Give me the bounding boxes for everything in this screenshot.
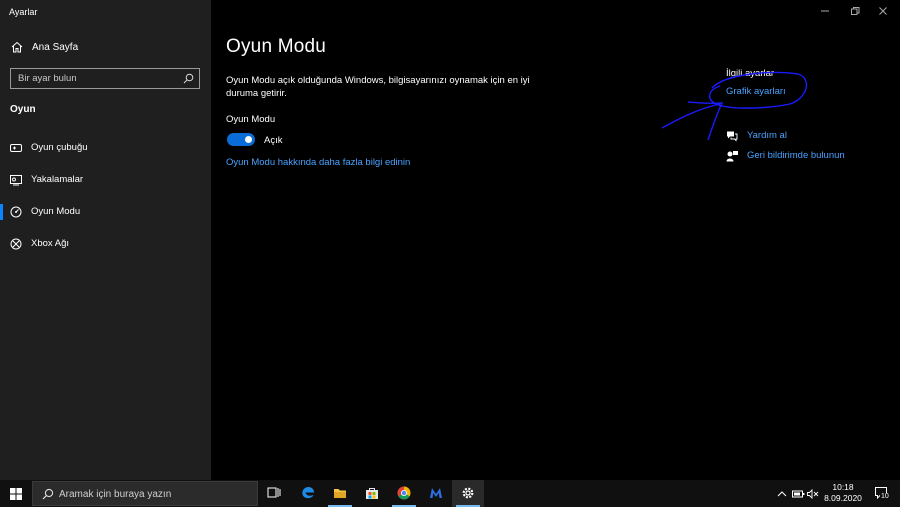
page-description: Oyun Modu açık olduğunda Windows, bilgis… <box>226 75 530 99</box>
sidebar-item-game-mode[interactable]: Oyun Modu <box>0 198 211 226</box>
home-icon <box>11 41 23 53</box>
close-button[interactable] <box>868 0 898 22</box>
page-title: Oyun Modu <box>226 36 327 57</box>
settings-search <box>10 68 200 89</box>
app-title: Ayarlar <box>9 7 38 17</box>
xbox-icon <box>10 238 22 250</box>
sidebar-item-captures[interactable]: Yakalamalar <box>0 166 211 194</box>
notification-count-badge: 10 <box>880 493 890 500</box>
action-center-button[interactable]: 10 <box>870 480 896 507</box>
task-view-icon <box>267 487 281 498</box>
minimize-button[interactable] <box>810 0 840 22</box>
get-help-link[interactable]: Yardım al <box>726 128 886 144</box>
home-link[interactable]: Ana Sayfa <box>0 38 211 58</box>
minimize-icon <box>821 10 829 12</box>
learn-more-link[interactable]: Oyun Modu hakkında daha fazla bilgi edin… <box>226 157 410 168</box>
folder-icon <box>334 489 346 498</box>
sidebar-item-xbox-network[interactable]: Xbox Ağı <box>0 230 211 258</box>
restore-icon <box>851 7 860 15</box>
battery-status[interactable] <box>790 480 806 507</box>
settings-search-input[interactable] <box>11 69 179 88</box>
taskbar-search-box[interactable]: Aramak için buraya yazın <box>32 481 258 506</box>
game-mode-setting-label: Oyun Modu <box>226 114 276 125</box>
search-icon[interactable] <box>183 73 194 84</box>
start-button[interactable] <box>0 480 32 507</box>
store-icon <box>366 488 378 499</box>
help-chat-icon <box>727 131 738 142</box>
taskbar-file-explorer[interactable] <box>324 480 356 507</box>
sidebar-item-game-bar[interactable]: Oyun çubuğu <box>0 134 211 162</box>
search-icon <box>42 488 54 500</box>
taskbar-settings[interactable] <box>452 480 484 507</box>
get-help-label: Yardım al <box>747 130 787 141</box>
taskbar-chrome[interactable] <box>388 480 420 507</box>
related-settings-heading: İlgili ayarlar <box>726 68 775 79</box>
toggle-knob <box>245 136 252 143</box>
sidebar-item-label: Xbox Ağı <box>31 238 70 249</box>
active-indicator <box>0 204 3 220</box>
sidebar: Ayarlar Ana Sayfa Oyun Oyun çubuğu Yakal… <box>0 0 211 480</box>
gear-icon <box>462 487 474 499</box>
restore-button[interactable] <box>840 0 870 22</box>
task-view-button[interactable] <box>258 480 290 507</box>
clock-time: 10:18 <box>832 482 854 492</box>
chevron-up-icon <box>777 491 787 497</box>
sidebar-item-label: Oyun çubuğu <box>31 142 88 153</box>
graphics-settings-link[interactable]: Grafik ayarları <box>726 86 786 97</box>
sidebar-item-label: Yakalamalar <box>31 174 84 185</box>
taskbar-store[interactable] <box>356 480 388 507</box>
clock-date: 8.09.2020 <box>824 493 862 503</box>
game-bar-icon <box>10 144 22 152</box>
windows-logo-icon <box>10 488 22 500</box>
taskbar-search-text: Aramak için buraya yazın <box>59 489 172 500</box>
home-label: Ana Sayfa <box>32 42 79 53</box>
toggle-state-label: Açık <box>264 135 283 146</box>
edge-icon <box>302 487 314 499</box>
section-title: Oyun <box>10 104 36 115</box>
taskbar: Aramak için buraya yazın 10:18 8.09.2020… <box>0 480 900 507</box>
sidebar-item-label: Oyun Modu <box>31 206 81 217</box>
close-icon <box>879 7 887 15</box>
taskbar-clock[interactable]: 10:18 8.09.2020 <box>818 482 868 504</box>
chrome-icon <box>397 486 411 500</box>
taskbar-edge[interactable] <box>292 480 324 507</box>
show-hidden-icons-button[interactable] <box>774 480 790 507</box>
battery-icon <box>792 490 805 498</box>
give-feedback-label: Geri bildirimde bulunun <box>747 150 845 161</box>
give-feedback-link[interactable]: Geri bildirimde bulunun <box>726 148 886 164</box>
game-mode-icon <box>10 206 22 218</box>
taskbar-malwarebytes[interactable] <box>420 480 452 507</box>
feedback-icon <box>726 151 738 162</box>
captures-icon <box>10 175 22 186</box>
game-mode-toggle[interactable] <box>227 133 255 146</box>
malwarebytes-icon <box>430 488 442 498</box>
